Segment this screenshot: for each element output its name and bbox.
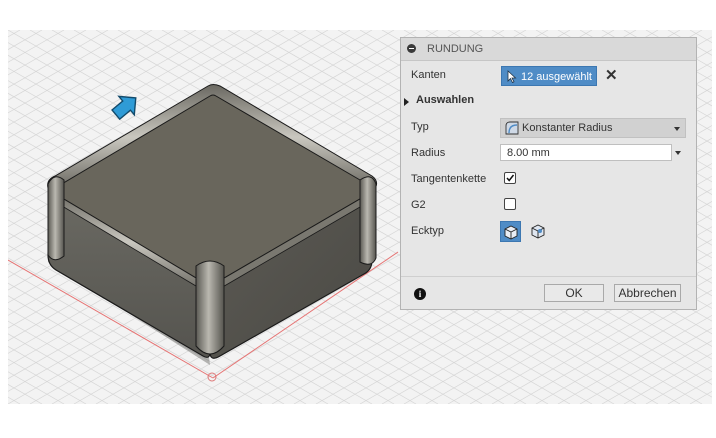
g2-label: G2 <box>411 199 426 211</box>
edges-label: Kanten <box>411 69 446 81</box>
edges-selection-count: 12 ausgewählt <box>521 71 592 83</box>
fillet-box-model[interactable] <box>47 84 378 366</box>
radius-value: 8.00 mm <box>507 147 550 159</box>
section-label: Auswahlen <box>416 94 475 106</box>
fillet-dialog: RUNDUNG Kanten 12 ausgewählt ✕ Auswahlen… <box>400 37 697 310</box>
cancel-button[interactable]: Abbrechen <box>614 284 681 302</box>
tangent-chain-checkbox[interactable] <box>504 172 516 184</box>
pointer-icon <box>507 70 517 86</box>
tangent-chain-label: Tangentenkette <box>411 173 487 185</box>
radius-input[interactable]: 8.00 mm <box>500 144 672 161</box>
info-icon[interactable]: i <box>414 288 426 300</box>
section-selections[interactable]: Auswahlen <box>401 90 696 112</box>
rolling-ball-corner-button[interactable] <box>500 221 521 242</box>
constant-radius-icon <box>504 120 520 139</box>
clear-selection-icon[interactable]: ✕ <box>605 66 618 84</box>
type-dropdown[interactable]: Konstanter Radius <box>500 118 686 138</box>
type-label: Typ <box>411 121 429 133</box>
type-value: Konstanter Radius <box>522 122 613 134</box>
chevron-down-icon <box>674 127 680 131</box>
cursor-arrow-icon <box>111 95 137 121</box>
dialog-header: RUNDUNG <box>401 38 696 61</box>
edges-selection-button[interactable]: 12 ausgewählt <box>501 66 597 86</box>
corner-type-label: Ecktyp <box>411 225 445 237</box>
expand-arrow-icon <box>404 98 409 106</box>
type-row: Typ Konstanter Radius <box>401 116 696 138</box>
tangent-chain-row: Tangentenkette <box>401 168 696 190</box>
radius-row: Radius 8.00 mm <box>401 142 696 164</box>
collapse-icon[interactable] <box>407 44 416 53</box>
ok-button[interactable]: OK <box>544 284 604 302</box>
radius-dropdown-icon[interactable] <box>675 151 681 155</box>
g2-checkbox[interactable] <box>504 198 516 210</box>
corner-type-row: Ecktyp <box>401 220 696 242</box>
dialog-title: RUNDUNG <box>427 43 484 55</box>
edges-row: Kanten 12 ausgewählt ✕ <box>401 64 696 86</box>
setback-corner-button[interactable] <box>528 221 549 242</box>
dialog-separator <box>401 276 696 277</box>
radius-label: Radius <box>411 147 446 159</box>
g2-row: G2 <box>401 194 696 216</box>
